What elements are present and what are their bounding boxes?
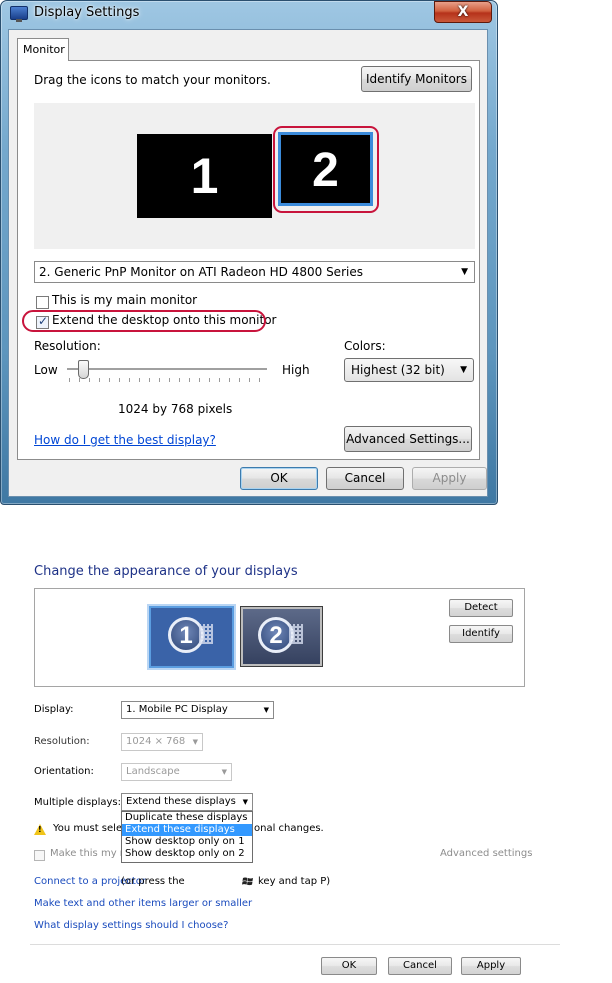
resolution-slider-track[interactable]: [67, 368, 267, 370]
resolution-dropdown[interactable]: 1024 × 768 ▼: [121, 733, 203, 751]
identify-monitors-button[interactable]: Identify Monitors: [361, 66, 472, 92]
main-monitor-checkbox[interactable]: [36, 296, 49, 309]
projector-hint-text: (or press the: [121, 876, 185, 887]
chevron-down-icon: ▼: [192, 738, 198, 746]
resolution-dropdown-value: 1024 × 768: [126, 736, 186, 747]
cancel-button[interactable]: Cancel: [388, 957, 452, 975]
text-size-link[interactable]: Make text and other items larger or smal…: [34, 898, 252, 909]
page-title: Change the appearance of your displays: [34, 564, 298, 579]
colors-label: Colors:: [344, 339, 386, 353]
display-settings-icon: [10, 6, 28, 22]
apply-button[interactable]: Apply: [461, 957, 521, 975]
projector-hint-end: key and tap P): [258, 876, 331, 887]
windows-logo-svg: [242, 877, 253, 886]
multiple-displays-options-list: Duplicate these displays Extend these di…: [121, 811, 253, 863]
chevron-down-icon: ▼: [263, 706, 269, 714]
multiple-displays-dropdown[interactable]: Extend these displays ▼: [121, 793, 253, 811]
resolution-low-label: Low: [34, 363, 58, 377]
resolution-slider-ticks: [69, 378, 269, 382]
colors-dropdown[interactable]: Highest (32 bit) ▼: [344, 358, 474, 382]
resolution-label: Resolution:: [34, 736, 90, 747]
display-dropdown-value: 2. Generic PnP Monitor on ATI Radeon HD …: [39, 265, 363, 279]
footer-divider: [30, 944, 560, 945]
apply-button[interactable]: Apply: [412, 467, 487, 490]
chevron-down-icon: ▼: [460, 365, 467, 375]
best-display-help-link[interactable]: How do I get the best display?: [34, 433, 216, 447]
ok-button[interactable]: OK: [321, 957, 377, 975]
orientation-label: Orientation:: [34, 766, 94, 777]
resolution-high-label: High: [282, 363, 310, 377]
chevron-down-icon: ▼: [221, 768, 227, 776]
warning-icon: [34, 824, 46, 835]
orientation-dropdown-value: Landscape: [126, 766, 180, 777]
option-duplicate-displays[interactable]: Duplicate these displays: [122, 812, 252, 824]
resolution-value: 1024 by 768 pixels: [118, 402, 233, 416]
cancel-button[interactable]: Cancel: [326, 467, 404, 490]
option-show-only-1[interactable]: Show desktop only on 1: [122, 836, 252, 848]
close-icon[interactable]: X: [434, 1, 492, 23]
monitor-1-screen-icon: [199, 624, 213, 644]
vista-window-title: Display Settings: [34, 5, 140, 20]
resolution-label: Resolution:: [34, 339, 101, 353]
drag-instructions: Drag the icons to match your monitors.: [34, 73, 271, 87]
identify-button[interactable]: Identify: [449, 625, 513, 643]
ok-button[interactable]: OK: [240, 467, 318, 490]
warning-text: You must select: [53, 823, 132, 834]
option-show-only-2[interactable]: Show desktop only on 2: [122, 848, 252, 860]
colors-dropdown-value: Highest (32 bit): [351, 363, 445, 377]
multiple-displays-label: Multiple displays:: [34, 797, 121, 808]
monitor-1-icon[interactable]: 1: [137, 134, 272, 218]
warning-text-tail: onal changes.: [254, 823, 324, 834]
multiple-displays-dropdown-value: Extend these displays: [126, 796, 236, 807]
orientation-dropdown[interactable]: Landscape ▼: [121, 763, 232, 781]
display-dropdown-value: 1. Mobile PC Display: [126, 704, 228, 715]
main-monitor-label: This is my main monitor: [52, 293, 198, 307]
option-extend-displays[interactable]: Extend these displays: [122, 824, 252, 836]
which-settings-link[interactable]: What display settings should I choose?: [34, 920, 228, 931]
display-dropdown[interactable]: 2. Generic PnP Monitor on ATI Radeon HD …: [34, 261, 475, 283]
detect-button[interactable]: Detect: [449, 599, 513, 617]
resolution-slider-thumb[interactable]: [78, 360, 89, 379]
extend-desktop-highlight-annotation: [22, 310, 266, 332]
advanced-settings-button[interactable]: Advanced Settings...: [344, 426, 472, 452]
display-dropdown[interactable]: 1. Mobile PC Display ▼: [121, 701, 274, 719]
tab-monitor[interactable]: Monitor: [17, 38, 69, 61]
monitor-2-screen-icon: [289, 624, 303, 644]
display-label: Display:: [34, 704, 74, 715]
windows-logo-icon: [242, 876, 254, 890]
chevron-down-icon: ▼: [242, 798, 248, 806]
chevron-down-icon: ▼: [461, 267, 468, 277]
main-display-checkbox[interactable]: [34, 850, 45, 861]
monitor-2-highlight-annotation: [273, 126, 379, 213]
advanced-settings-link[interactable]: Advanced settings: [440, 848, 532, 859]
